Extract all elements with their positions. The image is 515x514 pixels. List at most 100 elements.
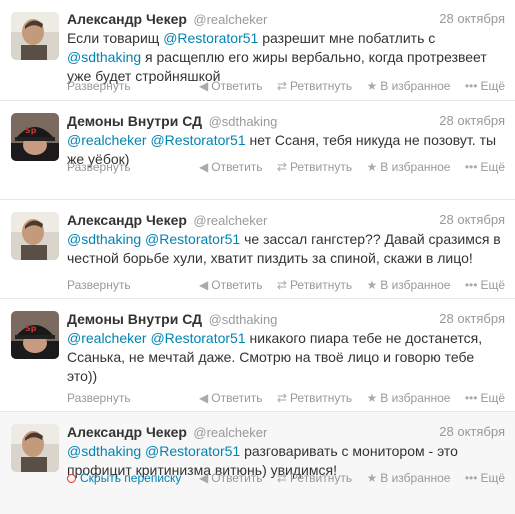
mention-link[interactable]: @realcheker: [67, 132, 147, 148]
expand-link[interactable]: Развернуть: [67, 78, 131, 94]
tweet-text: @sdthaking @Restorator51 че зассал гангс…: [67, 230, 505, 268]
mention-link[interactable]: @realcheker: [67, 330, 147, 346]
conversation-icon: [67, 474, 76, 483]
retweet-button[interactable]: ⇄ Ретвитнуть: [277, 470, 352, 486]
dots-icon: •••: [464, 79, 478, 93]
reply-button[interactable]: ◀ Ответить: [199, 277, 263, 293]
tweet-header: Александр Чекер @realcheker 28 октября: [67, 211, 505, 229]
avatar[interactable]: [11, 424, 59, 472]
tweet-text-part: разрешит мне побатлить с: [258, 30, 436, 46]
tweet-fullname[interactable]: Демоны Внутри СД: [67, 311, 202, 327]
reply-button[interactable]: ◀ Ответить: [199, 470, 263, 486]
avatar[interactable]: [11, 12, 59, 60]
more-label: Ещё: [480, 79, 505, 93]
favorite-label: В избранное: [380, 391, 451, 405]
favorite-label: В избранное: [380, 160, 451, 174]
reply-button[interactable]: ◀ Ответить: [199, 390, 263, 406]
more-button[interactable]: ••• Ещё: [465, 159, 505, 175]
dots-icon: •••: [464, 278, 478, 292]
more-button[interactable]: ••• Ещё: [465, 390, 505, 406]
favorite-button[interactable]: ★ В избранное: [366, 390, 450, 406]
tweet-date[interactable]: 28 октября: [439, 423, 505, 441]
tweet-header: Александр Чекер @realcheker 28 октября: [67, 423, 505, 441]
mention-link[interactable]: @sdthaking: [67, 49, 141, 65]
mention-link[interactable]: @Restorator51: [150, 132, 245, 148]
tweet-fullname[interactable]: Александр Чекер: [67, 424, 187, 440]
tweet-header: Александр Чекер @realcheker 28 октября: [67, 10, 505, 28]
avatar[interactable]: [11, 212, 59, 260]
retweet-icon: ⇄: [276, 160, 287, 174]
favorite-label: В избранное: [380, 278, 451, 292]
reply-button[interactable]: ◀ Ответить: [199, 159, 263, 175]
reply-arrow-icon: ◀: [199, 391, 209, 405]
tweet-date[interactable]: 28 октября: [439, 211, 505, 229]
favorite-button[interactable]: ★ В избранное: [366, 78, 450, 94]
retweet-label: Ретвитнуть: [289, 79, 353, 93]
hide-conversation-link[interactable]: Скрыть переписку: [67, 470, 181, 486]
mention-link[interactable]: @sdthaking: [67, 231, 141, 247]
expand-link[interactable]: Развернуть: [67, 390, 131, 406]
more-label: Ещё: [480, 160, 505, 174]
expand-link[interactable]: Развернуть: [67, 159, 131, 175]
retweet-button[interactable]: ⇄ Ретвитнуть: [277, 277, 352, 293]
tweet-username[interactable]: @realcheker: [193, 213, 267, 228]
tweet-username[interactable]: @sdthaking: [209, 114, 278, 129]
tweet-username[interactable]: @realcheker: [193, 425, 267, 440]
reply-label: Ответить: [211, 79, 263, 93]
hide-conversation-label: Скрыть переписку: [80, 471, 182, 485]
tweet-date[interactable]: 28 октября: [439, 310, 505, 328]
favorite-label: В избранное: [380, 79, 451, 93]
retweet-button[interactable]: ⇄ Ретвитнуть: [277, 390, 352, 406]
tweet-date[interactable]: 28 октября: [439, 112, 505, 130]
reply-label: Ответить: [211, 471, 263, 485]
expand-link[interactable]: Развернуть: [67, 277, 131, 293]
tweet-fullname[interactable]: Александр Чекер: [67, 11, 187, 27]
star-icon: ★: [366, 160, 378, 174]
retweet-label: Ретвитнуть: [289, 471, 353, 485]
favorite-button[interactable]: ★ В избранное: [366, 470, 450, 486]
reply-arrow-icon: ◀: [199, 79, 209, 93]
avatar[interactable]: Sp: [11, 113, 59, 161]
tweet-actions: Развернуть ◀ Ответить ⇄ Ретвитнуть ★ В избр…: [67, 390, 505, 406]
mention-link[interactable]: @Restorator51: [145, 231, 240, 247]
more-button[interactable]: ••• Ещё: [465, 78, 505, 94]
reply-arrow-icon: ◀: [199, 471, 209, 485]
tweet-username[interactable]: @sdthaking: [209, 312, 278, 327]
tweet[interactable]: Александр Чекер @realcheker 28 октября Е…: [0, 0, 515, 101]
tweet-fullname[interactable]: Демоны Внутри СД: [67, 113, 202, 129]
reply-button[interactable]: ◀ Ответить: [199, 78, 263, 94]
star-icon: ★: [366, 471, 378, 485]
dots-icon: •••: [464, 160, 478, 174]
retweet-icon: ⇄: [276, 79, 287, 93]
tweet[interactable]: Sp Демоны Внутри СД @sdthaking 28 октябр…: [0, 299, 515, 412]
mention-link[interactable]: @Restorator51: [150, 330, 245, 346]
star-icon: ★: [366, 79, 378, 93]
reply-label: Ответить: [211, 278, 263, 292]
reply-label: Ответить: [211, 160, 263, 174]
tweet-text: @realcheker @Restorator51 никакого пиара…: [67, 329, 505, 386]
more-label: Ещё: [480, 471, 505, 485]
tweet-actions: Скрыть переписку ◀ Ответить ⇄ Ретвитнуть ★…: [67, 470, 505, 486]
more-label: Ещё: [480, 278, 505, 292]
more-button[interactable]: ••• Ещё: [465, 277, 505, 293]
favorite-button[interactable]: ★ В избранное: [366, 159, 450, 175]
tweet[interactable]: Sp Демоны Внутри СД @sdthaking 28 октябр…: [0, 101, 515, 200]
retweet-button[interactable]: ⇄ Ретвитнуть: [277, 159, 352, 175]
favorite-button[interactable]: ★ В избранное: [366, 277, 450, 293]
tweet-actions: Развернуть ◀ Ответить ⇄ Ретвитнуть ★ В избр…: [67, 277, 505, 293]
tweet-timeline: Александр Чекер @realcheker 28 октября Е…: [0, 0, 515, 514]
tweet-date[interactable]: 28 октября: [439, 10, 505, 28]
tweet[interactable]: Александр Чекер @realcheker 28 октября @…: [0, 200, 515, 299]
mention-link[interactable]: @Restorator51: [145, 443, 240, 459]
tweet-username[interactable]: @realcheker: [193, 12, 267, 27]
retweet-button[interactable]: ⇄ Ретвитнуть: [277, 78, 352, 94]
mention-link[interactable]: @sdthaking: [67, 443, 141, 459]
more-button[interactable]: ••• Ещё: [465, 470, 505, 486]
svg-text:Sp: Sp: [25, 324, 37, 333]
reply-arrow-icon: ◀: [199, 160, 209, 174]
mention-link[interactable]: @Restorator51: [163, 30, 258, 46]
svg-text:Sp: Sp: [25, 126, 37, 135]
avatar[interactable]: Sp: [11, 311, 59, 359]
tweet-fullname[interactable]: Александр Чекер: [67, 212, 187, 228]
tweet[interactable]: Александр Чекер @realcheker 28 октября @…: [0, 412, 515, 514]
